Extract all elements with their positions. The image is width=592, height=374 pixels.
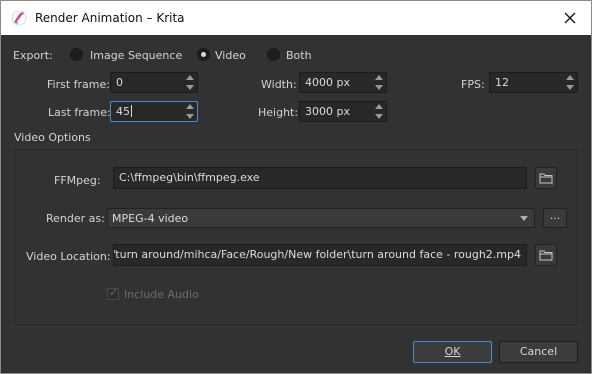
window-title: Render Animation – Krita bbox=[35, 11, 185, 25]
spin-arrows-icon[interactable] bbox=[565, 74, 576, 91]
render-as-label: Render as: bbox=[46, 212, 105, 225]
last-frame-label: Last frame: bbox=[48, 106, 111, 119]
text-caret bbox=[131, 105, 132, 117]
height-spinbox[interactable]: 3000 px bbox=[299, 101, 387, 122]
ok-button[interactable]: OK bbox=[413, 341, 492, 363]
close-button[interactable] bbox=[555, 4, 585, 32]
last-frame-spinbox[interactable]: 45 bbox=[110, 101, 198, 122]
radio-both[interactable] bbox=[267, 48, 280, 61]
render-as-dropdown[interactable]: MPEG-4 video bbox=[107, 208, 535, 228]
ffmpeg-path-field[interactable]: C:\ffmpeg\bin\ffmpeg.exe bbox=[113, 167, 527, 189]
video-location-label: Video Location: bbox=[26, 250, 111, 263]
spin-arrows-icon[interactable] bbox=[185, 103, 196, 120]
radio-image-sequence-label[interactable]: Image Sequence bbox=[90, 49, 182, 62]
chevron-down-icon bbox=[520, 216, 528, 221]
first-frame-label: First frame: bbox=[47, 78, 110, 91]
render-animation-dialog: Render Animation – Krita Export: Image S… bbox=[0, 0, 592, 374]
ffmpeg-browse-button[interactable] bbox=[535, 167, 557, 189]
krita-icon bbox=[11, 10, 27, 26]
width-value: 4000 px bbox=[305, 76, 350, 89]
checkmark-icon: ✓ bbox=[109, 286, 119, 299]
include-audio-label: Include Audio bbox=[124, 288, 199, 301]
title-bar: Render Animation – Krita bbox=[1, 1, 591, 35]
radio-both-label[interactable]: Both bbox=[286, 49, 312, 62]
ffmpeg-path-value: C:\ffmpeg\bin\ffmpeg.exe bbox=[119, 171, 260, 184]
spin-arrows-icon[interactable] bbox=[185, 74, 196, 91]
folder-icon bbox=[539, 173, 553, 184]
ffmpeg-label: FFMpeg: bbox=[54, 174, 101, 187]
radio-image-sequence[interactable] bbox=[70, 48, 83, 61]
more-options-label: ... bbox=[549, 209, 561, 222]
fps-label: FPS: bbox=[461, 78, 485, 91]
video-location-field[interactable]: rt/Videos/turn around/mihca/Face/Rough/N… bbox=[113, 244, 527, 266]
radio-video[interactable] bbox=[197, 48, 210, 61]
spin-arrows-icon[interactable] bbox=[374, 103, 385, 120]
last-frame-value: 45 bbox=[116, 105, 130, 118]
width-spinbox[interactable]: 4000 px bbox=[299, 72, 387, 93]
video-options-title: Video Options bbox=[14, 131, 91, 144]
height-label: Height: bbox=[258, 106, 299, 119]
fps-spinbox[interactable]: 12 bbox=[489, 72, 578, 93]
cancel-button[interactable]: Cancel bbox=[499, 341, 578, 363]
include-audio-checkbox[interactable]: ✓ bbox=[107, 286, 119, 300]
render-options-button[interactable]: ... bbox=[543, 208, 567, 228]
ok-button-label: OK bbox=[444, 345, 461, 358]
width-label: Width: bbox=[261, 78, 297, 91]
video-location-value: rt/Videos/turn around/mihca/Face/Rough/N… bbox=[114, 248, 521, 261]
folder-icon bbox=[539, 250, 553, 261]
render-as-value: MPEG-4 video bbox=[112, 212, 189, 225]
first-frame-spinbox[interactable]: 0 bbox=[110, 72, 198, 93]
video-location-browse-button[interactable] bbox=[535, 244, 557, 266]
height-value: 3000 px bbox=[305, 105, 350, 118]
spin-arrows-icon[interactable] bbox=[374, 74, 385, 91]
close-icon bbox=[564, 12, 576, 24]
cancel-button-label: Cancel bbox=[519, 345, 558, 358]
fps-value: 12 bbox=[495, 76, 509, 89]
export-label: Export: bbox=[13, 49, 53, 62]
first-frame-value: 0 bbox=[116, 76, 123, 89]
radio-video-label[interactable]: Video bbox=[215, 49, 246, 62]
